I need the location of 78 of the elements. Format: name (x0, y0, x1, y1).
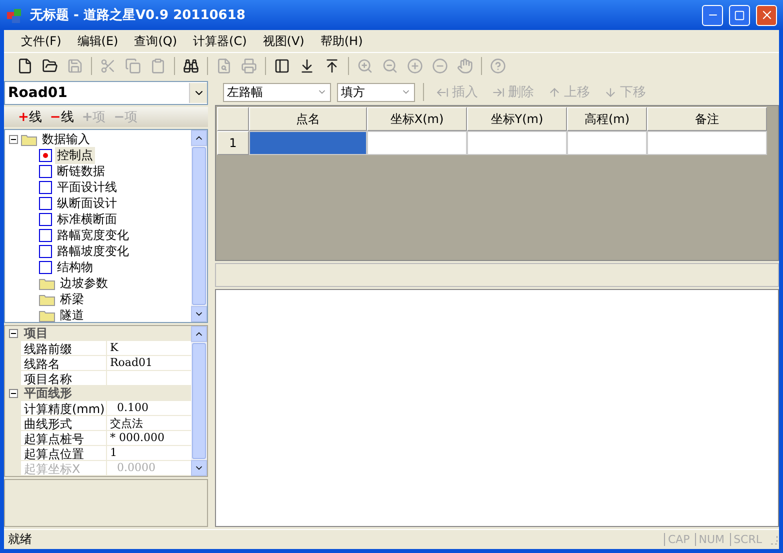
property-value[interactable]: 0.100 (106, 401, 191, 416)
folder-icon (39, 276, 55, 290)
property-name: 起算点桩号 (21, 431, 106, 446)
checkbox[interactable] (39, 260, 52, 274)
column-header[interactable]: 高程(m) (567, 107, 647, 131)
property-value[interactable]: 交点法 (106, 416, 191, 431)
tree-item[interactable]: 结构物 (55, 258, 95, 276)
close-button[interactable] (756, 4, 777, 26)
property-name: 项目名称 (21, 371, 106, 386)
collapse-icon[interactable] (9, 389, 18, 398)
tree-action-button[interactable]: −线 (50, 108, 74, 126)
folder-icon (39, 292, 55, 306)
column-header[interactable]: 坐标X(m) (367, 107, 467, 131)
maximize-icon[interactable] (734, 10, 745, 20)
menu-item[interactable]: 计算器(C) (186, 30, 254, 52)
scrollbar[interactable] (191, 326, 207, 476)
tree-item[interactable]: 平面设计线 (55, 178, 119, 196)
tree-action-button[interactable]: +线 (18, 108, 42, 126)
checkbox[interactable] (39, 180, 52, 194)
property-name: 起算坐标X (21, 461, 106, 476)
table-cell[interactable] (467, 131, 567, 155)
menu-item[interactable]: 文件(F) (14, 30, 68, 52)
app-logo-icon (6, 6, 24, 24)
status-indicator: CAP (664, 533, 693, 546)
folder-icon (21, 132, 37, 146)
tree-item[interactable]: 控制点 (55, 146, 95, 164)
property-value[interactable]: Road01 (106, 356, 191, 371)
row-number: 1 (217, 131, 249, 155)
category-label: 平面线形 (24, 385, 72, 402)
property-name: 起算点位置 (21, 446, 106, 461)
checkbox[interactable] (39, 244, 52, 258)
checkbox[interactable] (39, 212, 52, 226)
menu-item[interactable]: 编辑(E) (70, 30, 126, 52)
maximize-button[interactable] (729, 4, 750, 26)
tree-item[interactable]: 纵断面设计 (55, 194, 119, 212)
menu-item[interactable]: 查询(Q) (127, 30, 184, 52)
property-value[interactable]: * 000.000 (106, 431, 191, 446)
checkbox[interactable] (39, 228, 52, 242)
side-dropdown[interactable]: 左路幅 (223, 82, 331, 102)
minimize-button[interactable] (702, 4, 723, 26)
status-indicator: SCRL (730, 533, 765, 546)
table-cell[interactable] (249, 131, 367, 155)
collapse-icon[interactable] (9, 134, 18, 144)
route-dropdown[interactable]: Road01 (4, 81, 208, 105)
column-header[interactable]: 点名 (249, 107, 367, 131)
property-name: 曲线形式 (21, 416, 106, 431)
menu-item[interactable]: 帮助(H) (313, 30, 370, 52)
tree-item[interactable]: 隧道 (58, 306, 86, 324)
status-text: 就绪 (8, 531, 33, 548)
tree-item[interactable]: 路幅宽度变化 (55, 226, 131, 244)
status-indicator: NUM (694, 533, 728, 546)
property-value[interactable]: 1 (106, 446, 191, 461)
property-name: 计算精度(mm) (21, 401, 106, 416)
tree-item[interactable]: 断链数据 (55, 162, 107, 180)
category-label: 项目 (24, 326, 48, 342)
folder-icon (39, 308, 55, 322)
table-cell[interactable] (367, 131, 467, 155)
fill-dropdown[interactable]: 填方 (337, 82, 415, 102)
column-header[interactable]: 备注 (647, 107, 767, 131)
scrollbar[interactable] (191, 130, 207, 322)
tree-item[interactable]: 路幅坡度变化 (55, 242, 131, 260)
corner-cell (217, 107, 249, 131)
property-name: 线路名 (21, 356, 106, 371)
checkbox[interactable] (39, 196, 52, 210)
column-header[interactable]: 坐标Y(m) (467, 107, 567, 131)
checkbox[interactable] (39, 148, 52, 162)
table-cell[interactable] (567, 131, 647, 155)
collapse-icon[interactable] (9, 329, 18, 338)
window-title: 无标题 - 道路之星V0.9 20110618 (30, 6, 246, 24)
property-name: 线路前缀 (21, 341, 106, 356)
tree-item[interactable]: 桥梁 (58, 290, 86, 308)
checkbox[interactable] (39, 164, 52, 178)
tree-item[interactable]: 数据输入 (40, 130, 92, 148)
menu-item[interactable]: 视图(V) (256, 30, 312, 52)
table-cell[interactable] (647, 131, 767, 155)
tree-item[interactable]: 边坡参数 (58, 274, 110, 292)
property-value[interactable]: K (106, 341, 191, 356)
tree-item[interactable]: 标准横断面 (55, 210, 119, 228)
